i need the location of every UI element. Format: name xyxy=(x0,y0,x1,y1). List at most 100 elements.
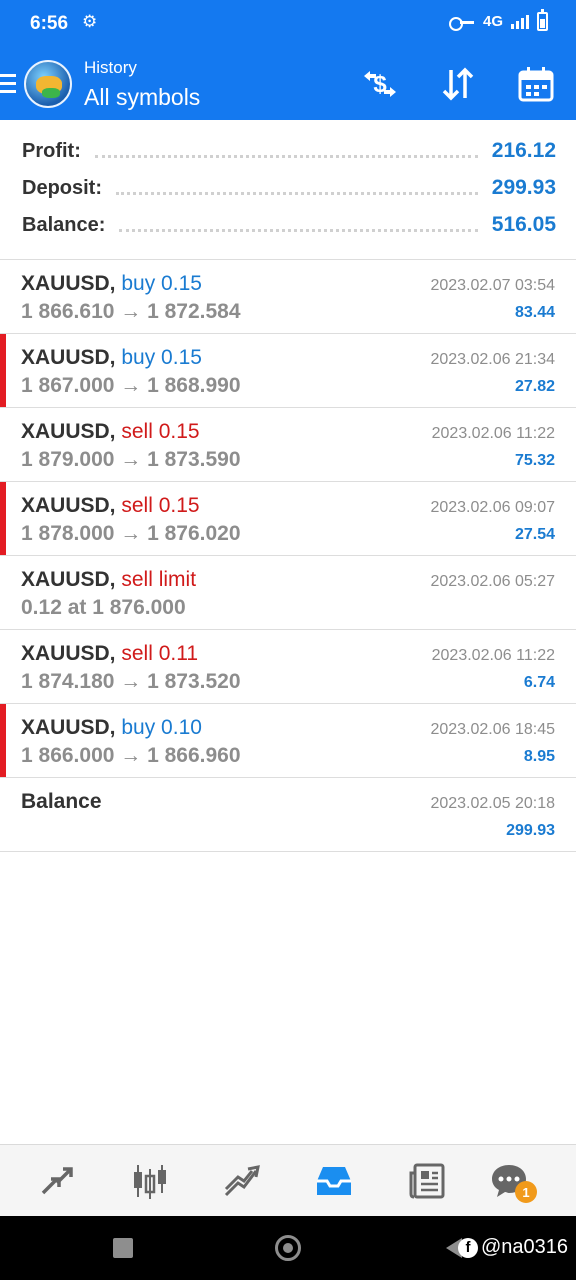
deal-row[interactable]: XAUUSD, sell 0.11 1 874.180 → 1 873.520 … xyxy=(0,630,576,704)
deal-profit: 75.32 xyxy=(514,452,555,469)
nav-history[interactable] xyxy=(312,1159,356,1203)
status-time: 6:56 xyxy=(30,13,69,34)
sort-icon xyxy=(442,67,474,101)
deal-time: 2023.02.06 21:34 xyxy=(430,351,555,368)
deal-time: 2023.02.06 11:22 xyxy=(431,647,555,664)
deal-time: 2023.02.06 11:22 xyxy=(431,425,555,442)
menu-icon[interactable] xyxy=(0,74,16,94)
symbol-selector[interactable]: All symbols xyxy=(84,84,200,111)
history-summary: Profit: 216.12 Deposit: 299.93 Balance: … xyxy=(0,120,576,260)
profit-label: Profit: xyxy=(22,139,81,162)
deal-profit: 27.82 xyxy=(514,378,555,395)
quotes-icon xyxy=(41,1167,73,1195)
deal-symbol: XAUUSD, xyxy=(21,346,116,369)
deal-time: 2023.02.05 20:18 xyxy=(430,795,555,812)
page-subtitle: History xyxy=(84,58,137,77)
deal-title: XAUUSD, sell 0.11 xyxy=(21,642,198,666)
calendar-button[interactable] xyxy=(514,62,558,106)
nav-news[interactable] xyxy=(405,1159,449,1203)
settings-icon: ⚙ xyxy=(82,12,98,31)
watermark-text: @na0316 xyxy=(481,1236,569,1258)
deal-profit: 299.93 xyxy=(506,822,555,839)
deal-type: sell 0.15 xyxy=(121,494,200,517)
deal-title: XAUUSD, sell 0.15 xyxy=(21,494,200,518)
deal-title: XAUUSD, buy 0.15 xyxy=(21,346,202,370)
summary-balance-row: Balance: 516.05 xyxy=(22,210,556,240)
deal-type: sell limit xyxy=(121,568,197,591)
deposit-label: Deposit: xyxy=(22,176,102,199)
deal-profit: 6.74 xyxy=(523,674,555,691)
deal-type: buy 0.15 xyxy=(121,272,202,295)
system-nav-bar: f @na0316 xyxy=(0,1216,576,1280)
deal-profit: 83.44 xyxy=(514,304,555,321)
deal-prices: 0.12 at 1 876.000 xyxy=(21,596,186,619)
balance-value: 516.05 xyxy=(491,213,556,236)
calendar-icon xyxy=(518,67,554,102)
deal-title: XAUUSD, sell limit xyxy=(21,568,196,592)
nav-trade[interactable] xyxy=(220,1159,264,1203)
deal-profit: 27.54 xyxy=(514,526,555,543)
deal-marker xyxy=(0,704,6,777)
nav-messages[interactable]: 1 xyxy=(487,1159,537,1203)
deal-type: sell 0.15 xyxy=(121,420,200,443)
deal-type: sell 0.11 xyxy=(121,642,199,665)
history-icon xyxy=(317,1167,351,1195)
nav-chart[interactable] xyxy=(128,1159,172,1203)
deal-title: Balance xyxy=(21,790,102,814)
deal-symbol: XAUUSD, xyxy=(21,420,116,443)
status-icons: 4G xyxy=(448,9,548,31)
chart-icon xyxy=(134,1165,166,1199)
deposit-withdraw-button[interactable]: $ xyxy=(358,62,402,106)
deal-symbol: XAUUSD, xyxy=(21,716,116,739)
deal-title: XAUUSD, sell 0.15 xyxy=(21,420,200,444)
deal-title: XAUUSD, buy 0.15 xyxy=(21,272,202,296)
deal-symbol: XAUUSD, xyxy=(21,568,116,591)
status-bar: 6:56 ⚙ 4G xyxy=(0,0,576,48)
balance-label: Balance: xyxy=(22,213,106,236)
deal-row[interactable]: XAUUSD, buy 0.15 1 867.000 → 1 868.990 2… xyxy=(0,334,576,408)
deal-symbol: Balance xyxy=(21,790,102,813)
deal-symbol: XAUUSD, xyxy=(21,272,116,295)
deal-time: 2023.02.07 03:54 xyxy=(430,277,555,294)
deal-symbol: XAUUSD, xyxy=(21,494,116,517)
facebook-icon: f xyxy=(458,1237,478,1258)
watermark: f @na0316 xyxy=(458,1236,568,1259)
summary-deposit-row: Deposit: 299.93 xyxy=(22,173,556,203)
signal-icon xyxy=(511,14,529,29)
profit-value: 216.12 xyxy=(491,139,556,162)
dotted-leader xyxy=(116,181,478,195)
deal-prices: 1 867.000 → 1 868.990 xyxy=(21,374,241,397)
deal-type: buy 0.15 xyxy=(121,346,202,369)
news-icon xyxy=(409,1163,445,1199)
messages-badge: 1 xyxy=(515,1181,537,1203)
deal-profit: 8.95 xyxy=(523,748,555,765)
balance-row[interactable]: Balance 2023.02.05 20:18 299.93 xyxy=(0,778,576,852)
dotted-leader xyxy=(119,218,478,232)
deal-marker xyxy=(0,334,6,407)
deal-prices: 1 866.610 → 1 872.584 xyxy=(21,300,241,323)
deal-symbol: XAUUSD, xyxy=(21,642,116,665)
deal-marker xyxy=(0,482,6,555)
deal-row[interactable]: XAUUSD, sell 0.15 1 878.000 → 1 876.020 … xyxy=(0,482,576,556)
home-button[interactable] xyxy=(275,1235,301,1261)
deposit-withdraw-icon: $ xyxy=(364,71,396,98)
deal-row[interactable]: XAUUSD, buy 0.10 1 866.000 → 1 866.960 2… xyxy=(0,704,576,778)
nav-quotes[interactable] xyxy=(35,1159,79,1203)
deal-prices: 1 878.000 → 1 876.020 xyxy=(21,522,241,545)
battery-icon xyxy=(537,9,548,31)
deal-prices: 1 879.000 → 1 873.590 xyxy=(21,448,241,471)
deal-prices: 1 866.000 → 1 866.960 xyxy=(21,744,241,767)
recents-button[interactable] xyxy=(113,1238,133,1258)
deposit-value: 299.93 xyxy=(491,176,556,199)
trade-icon xyxy=(224,1165,260,1197)
summary-profit-row: Profit: 216.12 xyxy=(22,136,556,166)
deal-time: 2023.02.06 18:45 xyxy=(430,721,555,738)
deal-row[interactable]: XAUUSD, buy 0.15 1 866.610 → 1 872.584 2… xyxy=(0,260,576,334)
app-bar: History All symbols $ xyxy=(0,48,576,120)
sort-button[interactable] xyxy=(436,62,480,106)
deal-time: 2023.02.06 05:27 xyxy=(430,573,555,590)
deal-title: XAUUSD, buy 0.10 xyxy=(21,716,202,740)
deal-row[interactable]: XAUUSD, sell 0.15 1 879.000 → 1 873.590 … xyxy=(0,408,576,482)
deal-type: buy 0.10 xyxy=(121,716,202,739)
deal-row[interactable]: XAUUSD, sell limit 0.12 at 1 876.000 202… xyxy=(0,556,576,630)
